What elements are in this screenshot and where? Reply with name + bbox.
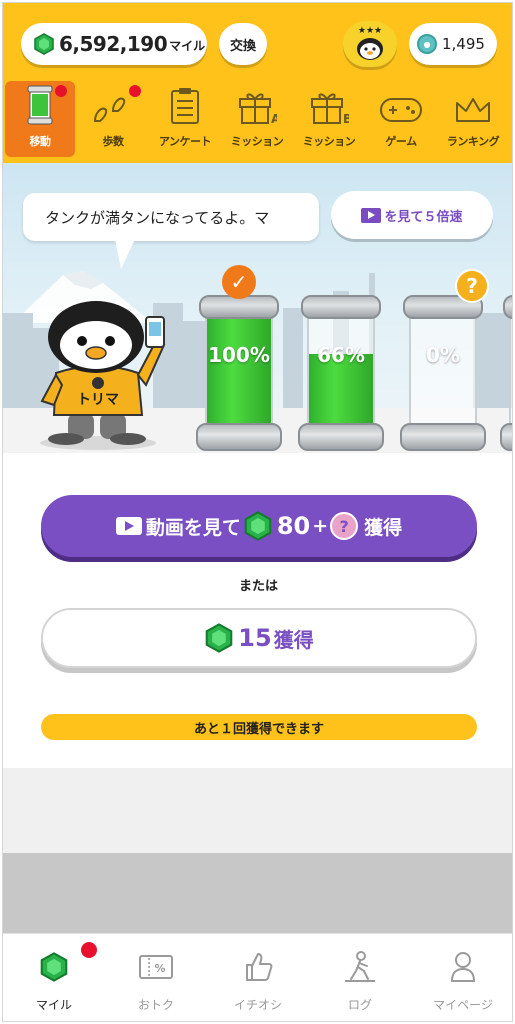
clipboard-icon (171, 88, 199, 124)
coupon-icon: % (139, 955, 173, 979)
tank-cap-bottom (400, 423, 486, 451)
nav-label: おトク (137, 998, 174, 1012)
tab-game[interactable]: ゲーム (365, 81, 437, 157)
person-icon (450, 952, 476, 982)
mascot-shirt-text: トリマ (77, 392, 119, 408)
nav-label: マイル (35, 998, 72, 1012)
tank-percent: 0% (426, 343, 460, 367)
penguin-mascot: トリマ (40, 301, 166, 450)
tank-cap-top (301, 295, 381, 319)
notification-dot (129, 85, 141, 97)
gift-b-icon: B (311, 93, 349, 125)
gem-icon (206, 623, 233, 653)
action-panel: 動画を見て 80 + ? 獲得 または 15 獲得 あと１回獲得できます (3, 453, 512, 768)
watch-plus: + (312, 515, 329, 537)
tab-ranking[interactable]: ランキング (437, 81, 509, 157)
gamepad-icon (380, 98, 422, 122)
collect-amount: 15 (238, 624, 272, 652)
tank-scene: タンクが満タンになってるよ。マ を見て５倍速 トリマ 100% ✓ 66% 0%… (3, 163, 512, 453)
tank-cap-top (503, 295, 512, 319)
tank-glass (205, 317, 273, 425)
tab-mission-b[interactable]: B ミッション (293, 81, 365, 157)
penguin-avatar-icon: ★★★ (357, 26, 383, 60)
gift-a-icon: A (239, 93, 277, 125)
video-icon (361, 207, 382, 223)
coin-value: 1,495 (442, 35, 485, 53)
ad-placeholder (3, 853, 512, 933)
collect-suffix: 獲得 (273, 627, 314, 652)
tab-label: 歩数 (102, 135, 125, 148)
question-icon[interactable]: ? (455, 269, 489, 303)
video-icon (115, 517, 142, 535)
nav-label: ログ (347, 998, 372, 1012)
gem-icon (40, 952, 68, 982)
avatar[interactable]: ★★★ (343, 21, 397, 67)
svg-text:%: % (154, 962, 165, 975)
tank-glass (509, 317, 512, 425)
tab-mission-a[interactable]: A ミッション (221, 81, 293, 157)
tab-label: ゲーム (385, 135, 417, 148)
svg-text:A: A (271, 112, 277, 125)
miles-balance[interactable]: 6,592,190 マイル (21, 23, 207, 65)
tab-survey[interactable]: アンケート (149, 81, 221, 157)
tank-cap-bottom (196, 423, 282, 451)
tank-1[interactable]: 100% (196, 295, 282, 453)
tab-label: 移動 (29, 135, 52, 148)
tab-label: ミッション (230, 135, 284, 148)
app-frame: 6,592,190 マイル 交換 ★★★ ● 1,495 移動 歩数 アンケート… (2, 2, 513, 1022)
notification-dot (55, 85, 67, 97)
speech-bubble: タンクが満タンになってるよ。マ (23, 193, 319, 241)
gem-icon (244, 511, 272, 541)
watch-prefix: 動画を見て (145, 516, 241, 539)
crown-icon (456, 98, 490, 122)
tank-percent: 66% (317, 343, 365, 367)
miles-value: 6,592,190 (59, 32, 168, 56)
or-text: または (238, 579, 278, 594)
tab-label: アンケート (158, 135, 212, 148)
question-icon: ? (330, 512, 359, 540)
exchange-button[interactable]: 交換 (219, 23, 267, 65)
watch-suffix: 獲得 (364, 516, 403, 539)
tank-glass (307, 317, 375, 425)
header: 6,592,190 マイル 交換 ★★★ ● 1,495 移動 歩数 アンケート… (3, 3, 512, 163)
content-spacer (3, 768, 512, 853)
miles-unit: マイル (169, 39, 206, 53)
speed-up-button[interactable]: を見て５倍速 (331, 191, 493, 239)
footprints-icon (93, 97, 126, 122)
nav-label: イチオシ (233, 998, 282, 1012)
gem-icon (34, 33, 54, 55)
tank-4-partial (500, 295, 512, 453)
nav-log[interactable]: ログ (309, 934, 411, 1021)
tank-3[interactable]: 0% (400, 295, 486, 453)
nav-deals[interactable]: % おトク (105, 934, 207, 1021)
tab-label: ミッション (302, 135, 356, 148)
remaining-count-banner: あと１回獲得できます (41, 714, 477, 740)
svg-text:★★★: ★★★ (358, 26, 382, 36)
check-icon: ✓ (222, 265, 256, 299)
speech-bubble-tail (115, 239, 135, 269)
category-tabs: 移動 歩数 アンケート ミッション ミッション ゲーム ランキング (3, 81, 512, 157)
watch-video-button[interactable]: 動画を見て 80 + ? 獲得 (41, 495, 477, 557)
tank-2[interactable]: 66% (298, 295, 384, 453)
svg-text:B: B (343, 112, 349, 125)
nav-recommend[interactable]: イチオシ (207, 934, 309, 1021)
nav-label: マイページ (433, 998, 493, 1012)
tank-cap-bottom (500, 423, 512, 451)
tab-label: ランキング (446, 135, 500, 148)
tank-percent: 100% (208, 343, 270, 367)
notification-dot (81, 942, 97, 958)
watch-amount: 80 (276, 512, 311, 540)
tank-cap-bottom (298, 423, 384, 451)
speed-up-label: を見て５倍速 (384, 209, 463, 225)
collect-button[interactable]: 15 獲得 (41, 608, 477, 668)
bottom-nav: マイル % おトク イチオシ ログ マイページ (3, 933, 512, 1021)
tank-fill (207, 317, 271, 425)
walking-person-icon (345, 951, 375, 982)
nav-mypage[interactable]: マイページ (412, 934, 512, 1021)
coin-icon: ● (417, 34, 437, 54)
thumbs-up-icon (246, 953, 273, 981)
tank-icon (27, 85, 53, 125)
coin-balance[interactable]: ● 1,495 (409, 23, 497, 65)
tank-glass (409, 317, 477, 425)
